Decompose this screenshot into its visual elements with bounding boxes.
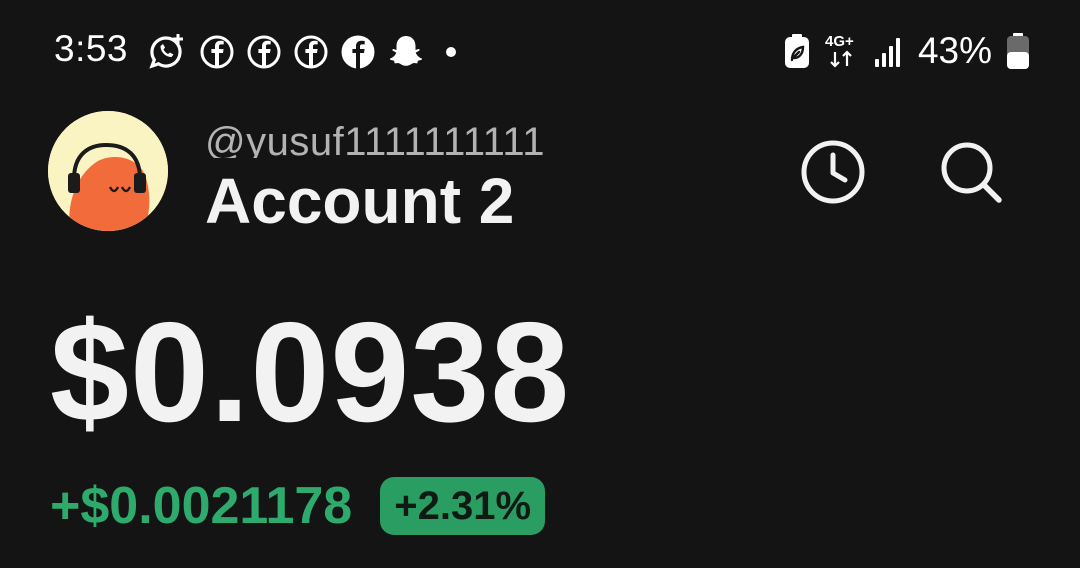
history-button[interactable] — [797, 136, 869, 208]
account-handle: @yusuf1111111111 — [205, 120, 545, 158]
battery-percent: 43% — [917, 30, 992, 71]
search-button[interactable] — [935, 136, 1007, 208]
facebook-icon — [247, 35, 281, 69]
facebook-icon — [294, 35, 328, 69]
status-bar: 3:53 4G+ 43% — [0, 20, 1080, 80]
facebook-icon — [341, 35, 375, 69]
search-icon — [941, 142, 1002, 203]
account-name[interactable]: Account 2 — [205, 165, 514, 237]
change-percent-badge[interactable]: +2.31% — [380, 477, 546, 535]
network-4g-icon: 4G+ — [825, 33, 854, 68]
status-time: 3:53 — [54, 28, 129, 69]
battery-saver-icon — [784, 34, 809, 68]
screen: 3:53 4G+ 43% @yusuf1111111111 Account 2 … — [0, 0, 1080, 568]
facebook-icon — [200, 35, 234, 69]
svg-text:4G+: 4G+ — [825, 33, 854, 50]
battery-icon — [1007, 33, 1029, 69]
change-amount: +$0.0021178 — [50, 477, 353, 535]
portfolio-balance: $0.0938 — [50, 293, 571, 452]
status-right: 4G+ 43% — [784, 30, 1030, 72]
avatar[interactable] — [48, 111, 168, 231]
notification-icons — [148, 32, 466, 72]
whatsapp-icon — [149, 34, 183, 69]
balance-change: +$0.0021178 +2.31% — [50, 476, 546, 536]
signal-icon — [874, 38, 900, 67]
snapchat-icon — [390, 36, 422, 66]
history-icon — [801, 140, 865, 204]
avatar-character-icon — [48, 111, 168, 231]
dot-icon — [446, 47, 456, 57]
